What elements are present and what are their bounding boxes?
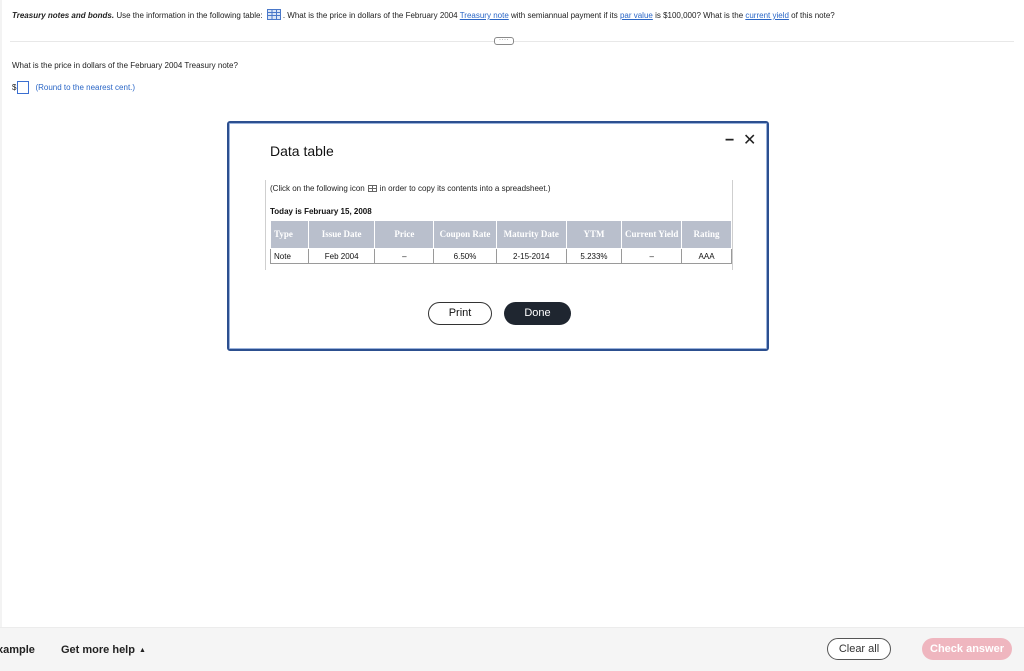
left-edge <box>0 0 2 627</box>
cell-ytm: 5.233% <box>565 248 623 264</box>
get-more-help-button[interactable]: Get more help ▲ <box>61 644 146 656</box>
page: Treasury notes and bonds. Use the inform… <box>0 0 1024 671</box>
minimize-icon[interactable]: − <box>725 132 734 150</box>
copy-note-after: in order to copy its contents into a spr… <box>379 184 551 193</box>
done-button[interactable]: Done <box>504 302 571 325</box>
copy-spreadsheet-icon[interactable] <box>367 185 377 192</box>
dialog-content: (Click on the following icon in order to … <box>265 180 733 270</box>
question-part1: Use the information in the following tab… <box>114 11 265 20</box>
question-part5: of this note? <box>788 11 835 20</box>
table-header-row: Type Issue Date Price Coupon Rate Maturi… <box>270 220 732 249</box>
cell-type: Note <box>270 248 309 264</box>
close-icon[interactable]: ✕ <box>743 130 756 150</box>
currency-symbol: $ <box>12 83 17 92</box>
data-table-dialog: Data table − ✕ (Click on the following i… <box>227 121 769 351</box>
header-issue-date: Issue Date <box>307 220 376 249</box>
question-lead: Treasury notes and bonds. <box>12 11 115 20</box>
question-text: Treasury notes and bonds. Use the inform… <box>12 9 1012 20</box>
cell-current-yield: – <box>621 248 683 264</box>
dialog-title: Data table <box>270 143 334 159</box>
question-part2: . What is the price in dollars of the Fe… <box>282 11 460 20</box>
price-answer-input[interactable] <box>17 81 30 94</box>
copy-note-before: (Click on the following icon <box>270 184 365 193</box>
clear-all-button[interactable]: Clear all <box>827 638 891 660</box>
header-price: Price <box>374 220 435 249</box>
question-part3: with semiannual payment if its <box>508 11 620 20</box>
table-icon[interactable] <box>266 9 281 20</box>
table-row: Note Feb 2004 – 6.50% 2-15-2014 5.233% –… <box>270 248 732 264</box>
treasury-data-table: Type Issue Date Price Coupon Rate Maturi… <box>270 220 732 264</box>
today-date: Today is February 15, 2008 <box>270 207 372 216</box>
par-value-link[interactable]: par value <box>620 11 653 20</box>
get-more-help-label: Get more help <box>61 644 135 656</box>
caret-up-icon: ▲ <box>138 647 146 654</box>
header-type: Type <box>270 220 309 249</box>
question-part4: is $100,000? What is the <box>652 11 746 20</box>
copy-note: (Click on the following icon in order to … <box>270 184 550 193</box>
header-current-yield: Current Yield <box>621 220 683 249</box>
cell-maturity-date: 2-15-2014 <box>495 248 567 264</box>
example-button[interactable]: xample <box>0 644 35 656</box>
round-hint: (Round to the nearest cent.) <box>35 83 136 92</box>
treasury-note-link[interactable]: Treasury note <box>460 11 509 20</box>
header-coupon-rate: Coupon Rate <box>433 220 497 249</box>
current-yield-link[interactable]: current yield <box>745 11 789 20</box>
cell-rating: AAA <box>681 248 732 264</box>
more-icon[interactable]: ···· <box>494 37 514 45</box>
sub-question: What is the price in dollars of the Febr… <box>12 61 238 70</box>
print-button[interactable]: Print <box>428 302 492 325</box>
cell-issue-date: Feb 2004 <box>307 248 376 264</box>
check-answer-button[interactable]: Check answer <box>922 638 1012 660</box>
header-ytm: YTM <box>565 220 623 249</box>
header-maturity-date: Maturity Date <box>495 220 567 249</box>
header-rating: Rating <box>681 220 732 249</box>
footer-bar: xample Get more help ▲ Clear all Check an… <box>0 627 1024 671</box>
cell-price: – <box>374 248 435 264</box>
answer-row: $ (Round to the nearest cent.) <box>12 81 135 94</box>
cell-coupon-rate: 6.50% <box>433 248 497 264</box>
